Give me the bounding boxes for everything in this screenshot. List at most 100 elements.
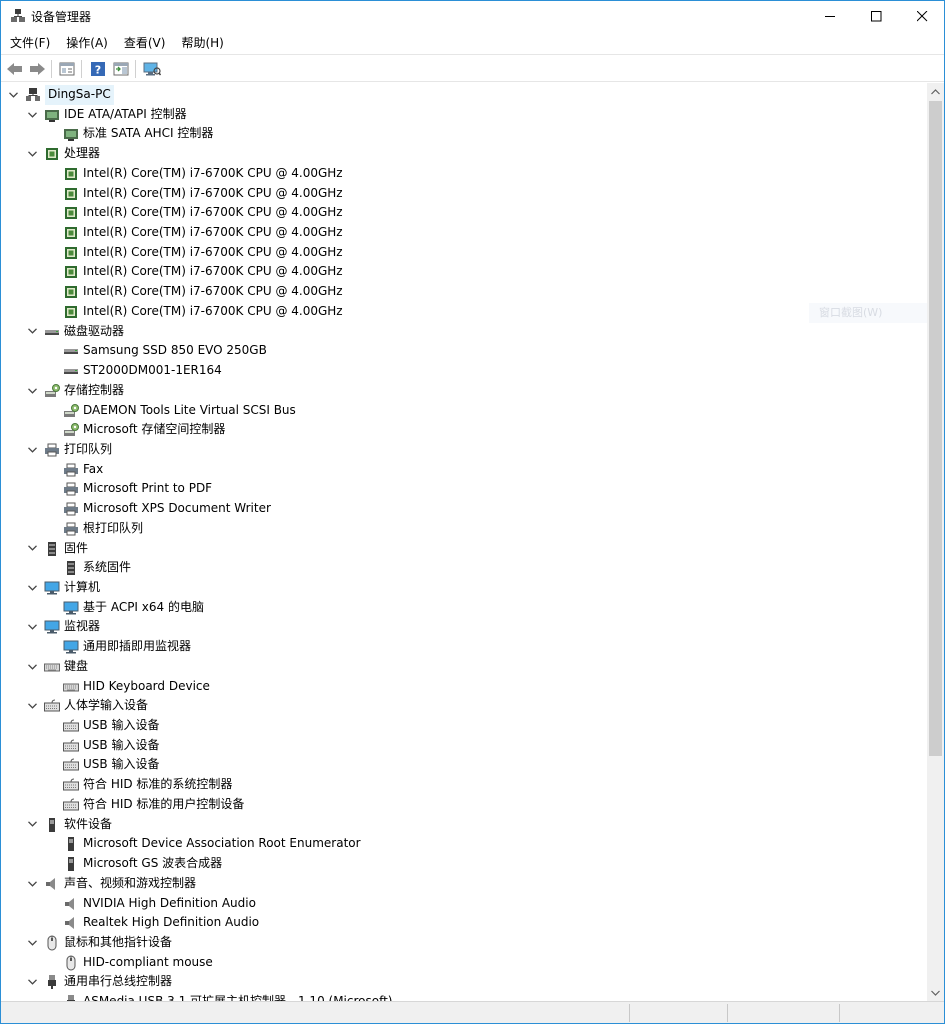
expand-collapse-chevron-icon[interactable]	[26, 874, 38, 894]
tree-device-node[interactable]: Intel(R) Core(TM) i7-6700K CPU @ 4.00GHz	[1, 184, 921, 204]
tree-node-label: 通用即插即用监视器	[83, 639, 192, 654]
tree-category-node[interactable]: 鼠标和其他指针设备	[1, 933, 921, 953]
tree-category-node[interactable]: IDE ATA/ATAPI 控制器	[1, 105, 921, 125]
tree-device-node[interactable]: Intel(R) Core(TM) i7-6700K CPU @ 4.00GHz	[1, 203, 921, 223]
expand-collapse-chevron-icon[interactable]	[26, 322, 38, 342]
tree-node-label: 磁盘驱动器	[64, 323, 125, 338]
tree-device-node[interactable]: 通用即插即用监视器	[1, 637, 921, 657]
tree-category-node[interactable]: 打印队列	[1, 440, 921, 460]
device-tree[interactable]: DingSa-PC IDE ATA/ATAPI 控制器 标准 SATA AHCI 控…	[1, 83, 927, 1001]
printer-icon	[64, 463, 78, 477]
tree-device-node[interactable]: USB 输入设备	[1, 755, 921, 775]
tree-device-node[interactable]: Intel(R) Core(TM) i7-6700K CPU @ 4.00GHz	[1, 302, 921, 322]
scroll-up-button[interactable]	[927, 83, 944, 100]
tree-category-node[interactable]: 磁盘驱动器	[1, 322, 921, 342]
tree-device-node[interactable]: 符合 HID 标准的系统控制器	[1, 775, 921, 795]
tree-node-label: Microsoft XPS Document Writer	[83, 501, 271, 516]
tree-category-node[interactable]: 软件设备	[1, 815, 921, 835]
tree-device-node[interactable]: Intel(R) Core(TM) i7-6700K CPU @ 4.00GHz	[1, 282, 921, 302]
toolbar: ?	[1, 54, 944, 82]
menu-file[interactable]: 文件(F)	[1, 31, 57, 53]
expand-collapse-chevron-icon[interactable]	[26, 972, 38, 992]
minimize-button[interactable]	[807, 1, 853, 31]
scroll-down-button[interactable]	[927, 984, 944, 1001]
disk-drive-icon	[45, 329, 59, 335]
tree-device-node[interactable]: NVIDIA High Definition Audio	[1, 894, 921, 914]
tree-device-node[interactable]: Microsoft Print to PDF	[1, 479, 921, 499]
tree-device-node[interactable]: HID-compliant mouse	[1, 953, 921, 973]
usb-icon	[67, 995, 75, 1001]
scroll-up-arrow-icon	[931, 88, 940, 94]
tree-device-node[interactable]: Fax	[1, 460, 921, 480]
menu-action[interactable]: 操作(A)	[57, 31, 115, 53]
back-arrow-icon	[7, 63, 22, 75]
menu-view[interactable]: 查看(V)	[115, 31, 173, 53]
tree-device-node[interactable]: ST2000DM001-1ER164	[1, 361, 921, 381]
scroll-thumb[interactable]	[929, 101, 942, 756]
tree-device-node[interactable]: Intel(R) Core(TM) i7-6700K CPU @ 4.00GHz	[1, 262, 921, 282]
scan-hardware-icon	[143, 62, 161, 76]
vertical-scrollbar[interactable]	[927, 83, 944, 1001]
expand-collapse-chevron-icon[interactable]	[26, 815, 38, 835]
tree-category-node[interactable]: 监视器	[1, 617, 921, 637]
tree-root-node[interactable]: DingSa-PC	[1, 85, 921, 105]
expand-collapse-chevron-icon[interactable]	[26, 539, 38, 559]
tree-category-node[interactable]: 固件	[1, 539, 921, 559]
title-bar[interactable]: 设备管理器	[1, 1, 944, 31]
tree-device-node[interactable]: 根打印队列	[1, 519, 921, 539]
hid-icon	[63, 719, 79, 732]
action-pane-button[interactable]	[111, 59, 131, 79]
tree-device-node[interactable]: USB 输入设备	[1, 716, 921, 736]
tree-device-node[interactable]: Intel(R) Core(TM) i7-6700K CPU @ 4.00GHz	[1, 164, 921, 184]
tree-device-node[interactable]: USB 输入设备	[1, 736, 921, 756]
back-button[interactable]	[5, 59, 25, 79]
tree-device-node[interactable]: Microsoft XPS Document Writer	[1, 499, 921, 519]
tree-device-node[interactable]: DAEMON Tools Lite Virtual SCSI Bus	[1, 401, 921, 421]
computer-icon	[63, 601, 79, 615]
tree-device-node[interactable]: Microsoft GS 波表合成器	[1, 854, 921, 874]
sound-icon	[46, 877, 55, 890]
tree-device-node[interactable]: Realtek High Definition Audio	[1, 913, 921, 933]
scan-hardware-button[interactable]	[142, 59, 162, 79]
tree-device-node[interactable]: 基于 ACPI x64 的电脑	[1, 598, 921, 618]
tree-category-node[interactable]: 处理器	[1, 144, 921, 164]
expand-collapse-chevron-icon[interactable]	[26, 617, 38, 637]
expand-collapse-chevron-icon[interactable]	[26, 440, 38, 460]
tree-device-node[interactable]: 符合 HID 标准的用户控制设备	[1, 795, 921, 815]
tree-category-node[interactable]: 键盘	[1, 657, 921, 677]
maximize-button[interactable]	[853, 1, 899, 31]
tree-category-node[interactable]: 人体学输入设备	[1, 696, 921, 716]
tree-device-node[interactable]: Microsoft 存储空间控制器	[1, 420, 921, 440]
hid-icon	[63, 798, 79, 811]
menu-help[interactable]: 帮助(H)	[172, 31, 230, 53]
tree-category-node[interactable]: 声音、视频和游戏控制器	[1, 874, 921, 894]
toolbar-separator	[81, 60, 82, 78]
tree-node-label: 鼠标和其他指针设备	[64, 934, 173, 949]
tree-device-node[interactable]: ASMedia USB 3.1 可扩展主机控制器 - 1.10 (Microso…	[1, 992, 921, 1001]
tree-node-label: Intel(R) Core(TM) i7-6700K CPU @ 4.00GHz	[83, 205, 343, 220]
tree-device-node[interactable]: HID Keyboard Device	[1, 677, 921, 697]
expand-collapse-chevron-icon[interactable]	[26, 144, 38, 164]
keyboard-icon	[63, 683, 79, 692]
close-button[interactable]	[899, 1, 945, 31]
expand-collapse-chevron-icon[interactable]	[26, 657, 38, 677]
expand-collapse-chevron-icon[interactable]	[7, 85, 19, 105]
tree-device-node[interactable]: Microsoft Device Association Root Enumer…	[1, 834, 921, 854]
expand-collapse-chevron-icon[interactable]	[26, 105, 38, 125]
tree-device-node[interactable]: 标准 SATA AHCI 控制器	[1, 124, 921, 144]
tree-device-node[interactable]: Samsung SSD 850 EVO 250GB	[1, 341, 921, 361]
help-button[interactable]: ?	[88, 59, 108, 79]
forward-button[interactable]	[27, 59, 47, 79]
properties-pane-button[interactable]	[57, 59, 77, 79]
expand-collapse-chevron-icon[interactable]	[26, 381, 38, 401]
tree-device-node[interactable]: Intel(R) Core(TM) i7-6700K CPU @ 4.00GHz	[1, 243, 921, 263]
tree-category-node[interactable]: 通用串行总线控制器	[1, 972, 921, 992]
tree-category-node[interactable]: 计算机	[1, 578, 921, 598]
expand-collapse-chevron-icon[interactable]	[26, 578, 38, 598]
expand-collapse-chevron-icon[interactable]	[26, 696, 38, 716]
tree-device-node[interactable]: Intel(R) Core(TM) i7-6700K CPU @ 4.00GHz	[1, 223, 921, 243]
tree-category-node[interactable]: 存储控制器	[1, 381, 921, 401]
tree-device-node[interactable]: 系统固件	[1, 558, 921, 578]
expand-collapse-chevron-icon[interactable]	[26, 933, 38, 953]
tree-node-label: USB 输入设备	[83, 737, 160, 752]
